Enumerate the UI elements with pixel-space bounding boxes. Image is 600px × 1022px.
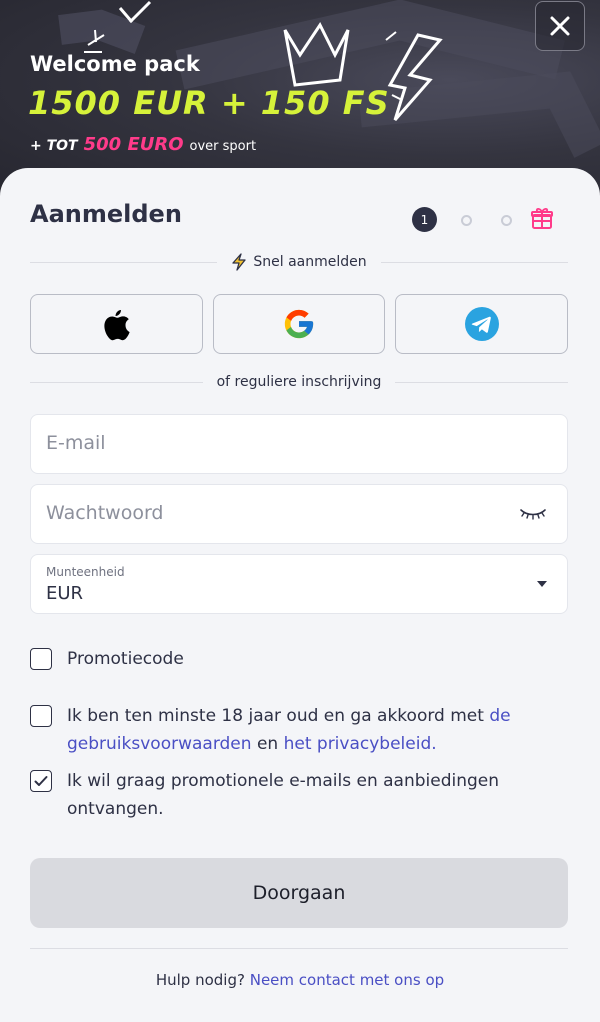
currency-label: Munteenheid xyxy=(46,565,125,579)
help-text: Hulp nodig? xyxy=(155,971,245,989)
sport-offer-suffix: over sport xyxy=(189,139,257,154)
signup-card: Aanmelden 1 Snel aanmelden of reguliere … xyxy=(0,168,600,1022)
terms-text-middle: en xyxy=(251,734,284,754)
marketing-option: Ik wil graag promotionele e-mails en aan… xyxy=(30,770,550,823)
footer-divider xyxy=(30,948,568,949)
banner-sport-offer: + TOT 500 EURO over sport xyxy=(30,134,256,155)
promo-code-option: Promotiecode xyxy=(30,648,550,673)
marketing-checkbox[interactable] xyxy=(30,770,52,792)
divider-line xyxy=(30,381,203,383)
step-dot xyxy=(501,215,512,226)
divider-line xyxy=(380,261,569,263)
banner-headline: 1500 EUR + 150 FS xyxy=(28,84,390,122)
help-row: Hulp nodig? Neem contact met ons op xyxy=(0,971,600,989)
terms-text-before: Ik ben ten minste 18 jaar oud en ga akko… xyxy=(67,706,490,726)
currency-select[interactable]: Munteenheid EUR xyxy=(30,554,568,614)
divider-line xyxy=(395,381,568,383)
password-input[interactable] xyxy=(31,485,501,541)
terms-option: Ik ben ten minste 18 jaar oud en ga akko… xyxy=(30,705,550,758)
social-login-row xyxy=(30,294,569,354)
email-input[interactable] xyxy=(31,415,501,471)
regular-signup-divider: of reguliere inschrijving xyxy=(30,374,568,390)
page-title: Aanmelden xyxy=(30,200,182,228)
sport-offer-amount: 500 EURO xyxy=(83,134,184,155)
banner-title: Welcome pack xyxy=(30,52,200,76)
promo-code-label: Promotiecode xyxy=(67,649,184,669)
currency-value: EUR xyxy=(46,583,84,604)
terms-checkbox[interactable] xyxy=(30,705,52,727)
sport-offer-prefix: + TOT xyxy=(30,138,78,154)
checkmark-icon xyxy=(34,776,48,786)
regular-signup-label: of reguliere inschrijving xyxy=(216,374,382,390)
apple-icon xyxy=(104,310,130,341)
contact-link[interactable]: Neem contact met ons op xyxy=(250,971,444,989)
close-button[interactable] xyxy=(535,1,585,51)
quick-signup-divider: Snel aanmelden xyxy=(30,253,569,271)
continue-button[interactable]: Doorgaan xyxy=(30,858,568,928)
apple-login-button[interactable] xyxy=(30,294,203,354)
google-icon xyxy=(284,309,314,339)
step-dot xyxy=(461,215,472,226)
step-indicator: 1 xyxy=(412,206,557,232)
telegram-icon xyxy=(464,307,499,341)
privacy-link[interactable]: het privacybeleid. xyxy=(284,734,437,754)
telegram-login-button[interactable] xyxy=(395,294,569,354)
password-field[interactable] xyxy=(30,484,568,544)
email-field[interactable] xyxy=(30,414,568,474)
quick-signup-label: Snel aanmelden xyxy=(253,254,367,270)
gift-icon xyxy=(531,207,553,229)
google-login-button[interactable] xyxy=(212,294,386,354)
marketing-label: Ik wil graag promotionele e-mails en aan… xyxy=(67,771,500,819)
close-icon xyxy=(550,16,570,36)
caret-down-icon xyxy=(537,581,547,587)
lightning-icon xyxy=(232,253,247,271)
divider-line xyxy=(30,261,218,263)
promo-code-checkbox[interactable] xyxy=(30,648,52,670)
eye-closed-icon[interactable] xyxy=(519,507,547,521)
terms-label: Ik ben ten minste 18 jaar oud en ga akko… xyxy=(67,702,550,758)
step-current: 1 xyxy=(412,207,437,232)
